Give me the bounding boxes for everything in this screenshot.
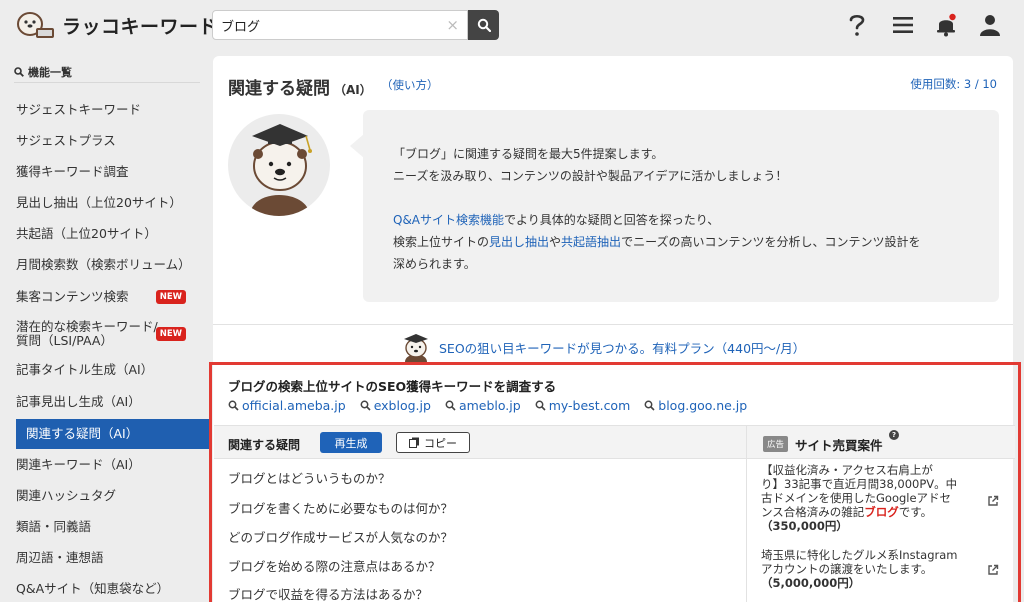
site-link-ameblo[interactable]: ameblo.jp — [445, 398, 521, 413]
external-link-icon[interactable] — [987, 564, 999, 576]
search-icon — [644, 400, 655, 411]
copy-icon — [409, 437, 419, 448]
ad-panel: 広告 サイト売買案件 ? 【収益化済み・アクセス右肩上が り】33記事で直近月間… — [746, 425, 1015, 602]
sidebar-item-hashtags[interactable]: 関連ハッシュタグ — [0, 481, 200, 511]
question-item: どのブログ作成サービスが人気なのか？ — [228, 530, 454, 545]
seo-section-title: ブログの検索上位サイトのSEO獲得キーワードを調査する — [228, 379, 557, 394]
otter-mascot-icon — [250, 124, 312, 216]
questions-label: 関連する疑問 — [228, 438, 301, 452]
sidebar-item-content-search[interactable]: 集客コンテンツ検索 NEW — [0, 282, 200, 312]
search-input[interactable] — [213, 11, 433, 39]
sidebar-item-synonyms[interactable]: 類語・同義語 — [0, 512, 200, 542]
new-badge: NEW — [155, 290, 186, 304]
menu-icon[interactable] — [890, 12, 916, 38]
intro-line-3: Q&Aサイト検索機能でより具体的な疑問と回答を探ったり、 — [393, 213, 720, 227]
site-link-exblog[interactable]: exblog.jp — [360, 398, 431, 413]
divider — [213, 324, 1013, 325]
promo-banner[interactable]: SEOの狙い目キーワードが見つかる。有料プラン（440円〜/月） — [399, 332, 805, 362]
sidebar: 機能一覧 サジェストキーワード サジェストプラス 獲得キーワード調査 見出し抽出… — [0, 52, 212, 602]
otter-logo-icon — [17, 12, 54, 38]
sidebar-item-search-volume[interactable]: 月間検索数（検索ボリューム） — [0, 250, 200, 280]
intro-line-1: 「ブログ」に関連する疑問を最大5件提案します。 — [393, 147, 664, 161]
help-icon[interactable] — [844, 12, 870, 38]
cooccurrence-link[interactable]: 共起語抽出 — [561, 235, 621, 249]
search-icon — [535, 400, 546, 411]
usage-count: 使用回数: 3 / 10 — [910, 77, 997, 91]
user-icon[interactable] — [977, 12, 1003, 38]
ad-title: サイト売買案件 — [795, 438, 883, 453]
sidebar-item-associations[interactable]: 周辺語・連想語 — [0, 543, 200, 573]
questions-header: 関連する疑問 再生成 コピー — [214, 425, 746, 459]
regenerate-button[interactable]: 再生成 — [320, 432, 382, 453]
search-icon — [228, 400, 239, 411]
question-item: ブログとはどういうものか？ — [228, 471, 391, 486]
logo[interactable]: ラッコキーワード — [14, 8, 218, 42]
site-link-my-best[interactable]: my-best.com — [535, 398, 630, 413]
logo-text: ラッコキーワード — [62, 15, 219, 38]
header: ラッコキーワード × — [0, 0, 1024, 52]
site-link-blog-goo[interactable]: blog.goo.ne.jp — [644, 398, 747, 413]
question-item: ブログで収益を得る方法はあるか？ — [228, 587, 429, 602]
sidebar-item-qa-sites[interactable]: Q&Aサイト（知恵袋など） — [0, 574, 200, 602]
paid-plan-link[interactable]: SEOの狙い目キーワードが見つかる。有料プラン（440円〜/月） — [439, 338, 805, 357]
sidebar-item-suggest-plus[interactable]: サジェストプラス — [0, 126, 200, 156]
intro-line-2: ニーズを汲み取り、コンテンツの設計や製品アイデアに活かしましょう！ — [393, 169, 788, 183]
search-button[interactable] — [468, 10, 499, 40]
external-link-icon[interactable] — [987, 495, 999, 507]
ad-header: 広告 サイト売買案件 ? — [747, 425, 1015, 459]
sidebar-item-acquired-keywords[interactable]: 獲得キーワード調査 — [0, 157, 200, 187]
otter-mascot — [228, 114, 330, 216]
new-badge: NEW — [155, 327, 186, 341]
search-box: × — [212, 10, 468, 40]
sidebar-item-cooccurrence[interactable]: 共起語（上位20サイト） — [0, 219, 200, 249]
otter-small-icon — [404, 334, 428, 362]
page-title: 関連する疑問 （AI） — [228, 79, 372, 99]
sidebar-divider — [14, 82, 200, 83]
site-link-official-ameba[interactable]: official.ameba.jp — [228, 398, 346, 413]
question-item: ブログを書くために必要なものは何か？ — [228, 501, 454, 516]
ad-listing[interactable]: 【収益化済み・アクセス右肩上が り】33記事で直近月間38,000PV。中 古ド… — [761, 463, 985, 533]
search-icon — [445, 400, 456, 411]
sidebar-item-related-keywords[interactable]: 関連キーワード（AI） — [0, 450, 200, 480]
sidebar-item-related-questions[interactable]: 関連する疑問（AI） — [16, 419, 210, 449]
ad-badge: 広告 — [763, 436, 789, 452]
sidebar-item-headings[interactable]: 見出し抽出（上位20サイト） — [0, 188, 200, 218]
speech-arrow — [350, 134, 364, 158]
heading-extract-link[interactable]: 見出し抽出 — [489, 235, 549, 249]
intro-line-4: 検索上位サイトの見出し抽出や共起語抽出でニーズの高いコンテンツを分析し、コンテン… — [393, 235, 921, 249]
site-links: official.ameba.jp exblog.jp ameblo.jp my… — [228, 398, 747, 413]
sidebar-item-lsi-paa[interactable]: 潜在的な検索キーワード/質問（LSI/PAA） NEW — [0, 316, 200, 352]
intro-line-5: 深められます。 — [393, 257, 476, 271]
intro-speech-box: 「ブログ」に関連する疑問を最大5件提案します。 ニーズを汲み取り、コンテンツの設… — [363, 110, 999, 302]
sidebar-item-title-ai[interactable]: 記事タイトル生成（AI） — [0, 355, 200, 385]
search-icon — [14, 67, 24, 77]
clear-icon[interactable]: × — [446, 16, 459, 34]
sidebar-heading: 機能一覧 — [14, 64, 72, 80]
search-icon — [477, 18, 491, 32]
sidebar-item-suggest[interactable]: サジェストキーワード — [0, 95, 200, 125]
help-icon[interactable]: ? — [889, 430, 899, 440]
question-item: ブログを始める際の注意点はあるか？ — [228, 559, 441, 574]
ad-listing[interactable]: 埼玉県に特化したグルメ系Instagram アカウントの譲渡をいたします。 （5… — [761, 548, 985, 590]
copy-button[interactable]: コピー — [396, 432, 470, 453]
howto-link[interactable]: （使い方） — [381, 77, 439, 93]
sidebar-item-heading-ai[interactable]: 記事見出し生成（AI） — [0, 387, 200, 417]
search-icon — [360, 400, 371, 411]
qa-search-link[interactable]: Q&Aサイト検索機能 — [393, 213, 504, 227]
bell-icon[interactable] — [933, 12, 959, 38]
